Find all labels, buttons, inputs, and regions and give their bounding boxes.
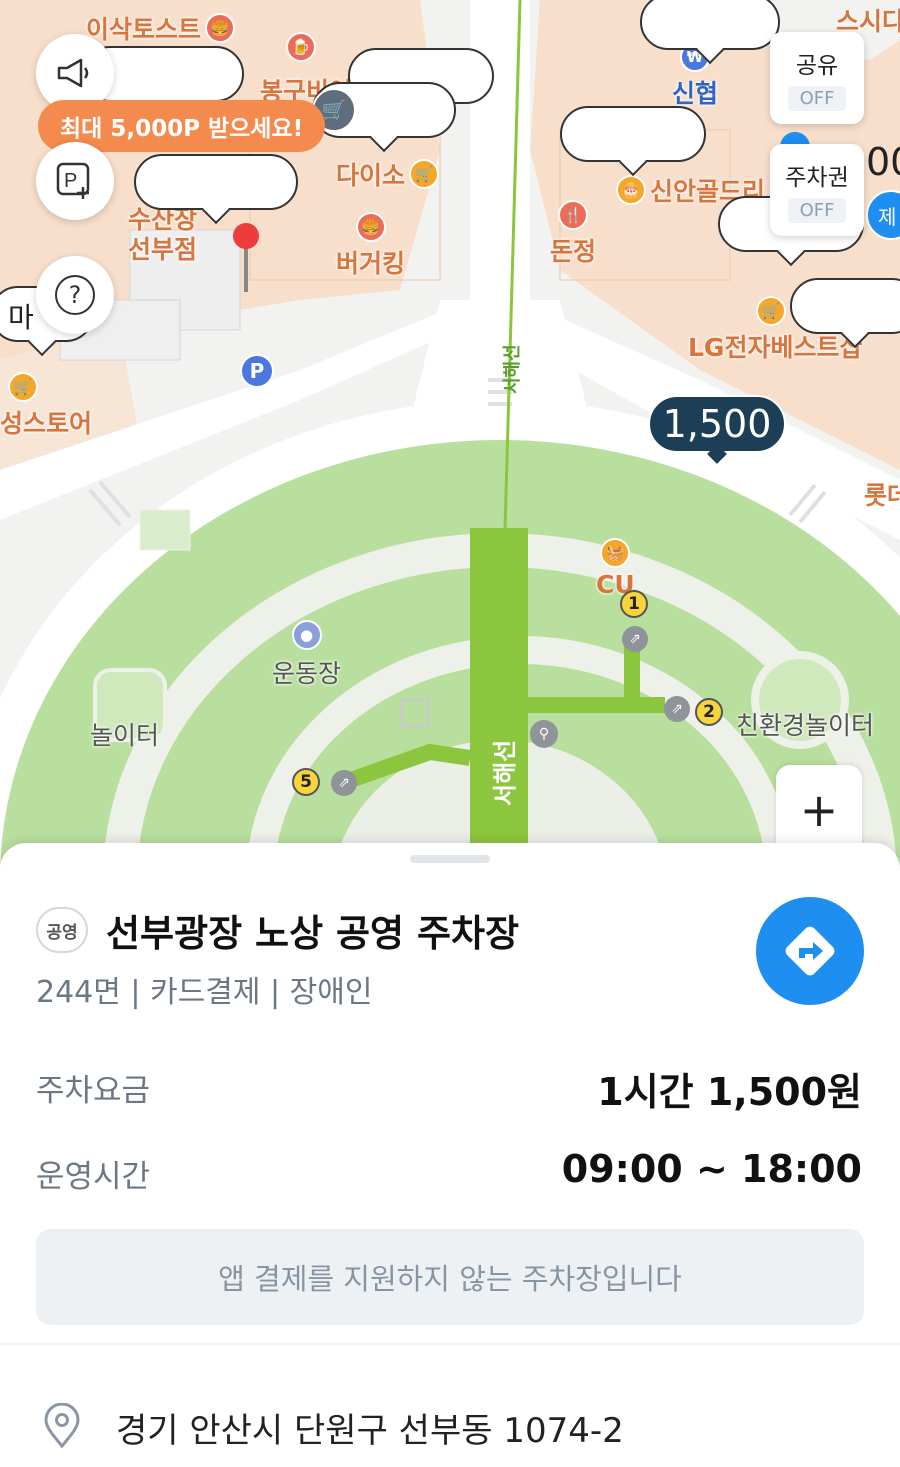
poi-isaac-toast[interactable]: 이삭토스트 🍔 (86, 10, 236, 46)
map-label-bubble[interactable] (790, 278, 900, 334)
poi-label: 놀이터 (90, 721, 160, 750)
poi-label: 다이소 (336, 161, 406, 190)
restaurant-icon: 🍴 (558, 200, 588, 230)
stadium-icon: ● (291, 620, 322, 650)
price-marker[interactable]: 1,500 (648, 395, 786, 453)
restaurant-icon: 🍔 (205, 13, 236, 43)
shop-icon: 🛒 (756, 296, 786, 326)
beer-icon: 🍺 (286, 32, 316, 62)
escalator-icon: ⇗ (622, 626, 648, 652)
escalator-icon: ⇗ (664, 696, 690, 722)
zoom-in-button[interactable]: + (776, 765, 862, 855)
shared-toggle-label: 공유 (795, 52, 839, 79)
map-view[interactable]: 이삭토스트 🍔 🍺 봉구비어 다이소 🛒 🍔 버거킹 수산장 선부점 ₩ 신협 … (0, 0, 900, 870)
svg-text:P: P (64, 170, 77, 192)
fee-value: 1시간 1,500원 (597, 1070, 862, 1114)
map-label-bubble[interactable] (560, 106, 706, 162)
poi-label: 성스토어 (0, 409, 93, 438)
ticket-toggle-label: 주차권 (785, 164, 849, 191)
parking-icon[interactable]: P (240, 354, 274, 388)
poi-label: 마 (8, 301, 34, 334)
map-label-bubble[interactable] (134, 154, 298, 210)
poi-label: 돈정 (550, 237, 597, 266)
poi-daiso[interactable]: 다이소 🛒 (336, 156, 440, 192)
payment-notice-text: 앱 결제를 지원하지 않는 주차장입니다 (218, 1262, 682, 1296)
shared-toggle[interactable]: 공유 OFF (770, 32, 864, 124)
poi-label: 이삭토스트 (86, 15, 202, 44)
hours-value: 09:00 ~ 18:00 (561, 1147, 862, 1191)
lot-name: 선부광장 노상 공영 주차장 (106, 912, 520, 955)
exit-gate-2[interactable]: 2 (695, 698, 723, 726)
convenience-store-icon: 🧺 (600, 538, 631, 568)
parking-detail-sheet: 공영 선부광장 노상 공영 주차장 244면 | 카드결제 | 장애인 주차요금… (0, 843, 900, 1467)
poi-burger-king[interactable]: 🍔 버거킹 (336, 212, 405, 280)
escalator-icon: ⇗ (331, 770, 357, 796)
directions-icon (785, 926, 835, 976)
subway-station-label: 서해선 (491, 739, 519, 806)
parking-plus-icon: P (56, 162, 90, 199)
poi-eco-playground[interactable]: 친환경놀이터 (736, 706, 874, 742)
poi-label: 롯데 (864, 481, 900, 510)
location-pin-icon (44, 1403, 80, 1449)
poi-label: 수산장 선부점 (128, 205, 198, 264)
poi-stadium[interactable]: ● 운동장 (272, 620, 341, 690)
hours-label: 운영시간 (36, 1159, 151, 1195)
parking-add-button[interactable]: P (36, 142, 114, 220)
directions-button[interactable] (756, 897, 864, 1005)
plus-icon: + (799, 783, 839, 837)
shop-icon: 🛒 (8, 372, 38, 402)
shared-toggle-state: OFF (787, 85, 847, 111)
poi-label: 운동장 (272, 659, 342, 688)
ticket-toggle-state: OFF (787, 197, 847, 223)
price-marker-label: 1,500 (662, 402, 772, 446)
poi-playground[interactable]: 놀이터 (90, 716, 159, 752)
restroom-icon: ⚲ (530, 720, 558, 748)
fee-label: 주차요금 (36, 1073, 151, 1109)
burger-icon: 🍔 (355, 212, 386, 242)
exit-gate-5[interactable]: 5 (292, 768, 320, 796)
poi-label: 신협 (672, 79, 719, 108)
poi-label: 버거킹 (336, 249, 406, 278)
exit-gate-1[interactable]: 1 (620, 590, 648, 618)
divider (0, 1343, 900, 1345)
poi-label: 친환경놀이터 (736, 711, 875, 740)
lot-address[interactable]: 경기 안산시 단원구 선부동 1074-2 (116, 1403, 624, 1452)
help-button[interactable]: ? (36, 256, 114, 334)
partial-price-marker[interactable]: 00 (866, 140, 900, 184)
payment-notice: 앱 결제를 지원하지 않는 주차장입니다 (36, 1229, 864, 1325)
megaphone-icon (57, 58, 89, 88)
poi-donjeong[interactable]: 🍴 돈정 (550, 200, 596, 268)
ticket-toggle[interactable]: 주차권 OFF (770, 144, 864, 236)
subway-line-label: 서해선 (502, 344, 523, 394)
lot-type-badge: 공영 (36, 907, 88, 953)
sheet-drag-handle[interactable] (410, 855, 490, 863)
poi-lotte[interactable]: 롯데 (864, 476, 900, 512)
map-label-bubble[interactable] (640, 0, 780, 50)
poi-susanjang[interactable]: 수산장 선부점 (128, 205, 197, 265)
help-icon: ? (55, 275, 95, 315)
cake-icon: 🎂 (616, 175, 646, 205)
shop-icon: 🛒 (409, 159, 440, 189)
promo-text: 최대 5,000P 받으세요! (60, 116, 304, 142)
lot-meta: 244면 | 카드결제 | 장애인 (36, 975, 373, 1010)
poi-store[interactable]: 🛒 성스토어 (0, 372, 92, 440)
